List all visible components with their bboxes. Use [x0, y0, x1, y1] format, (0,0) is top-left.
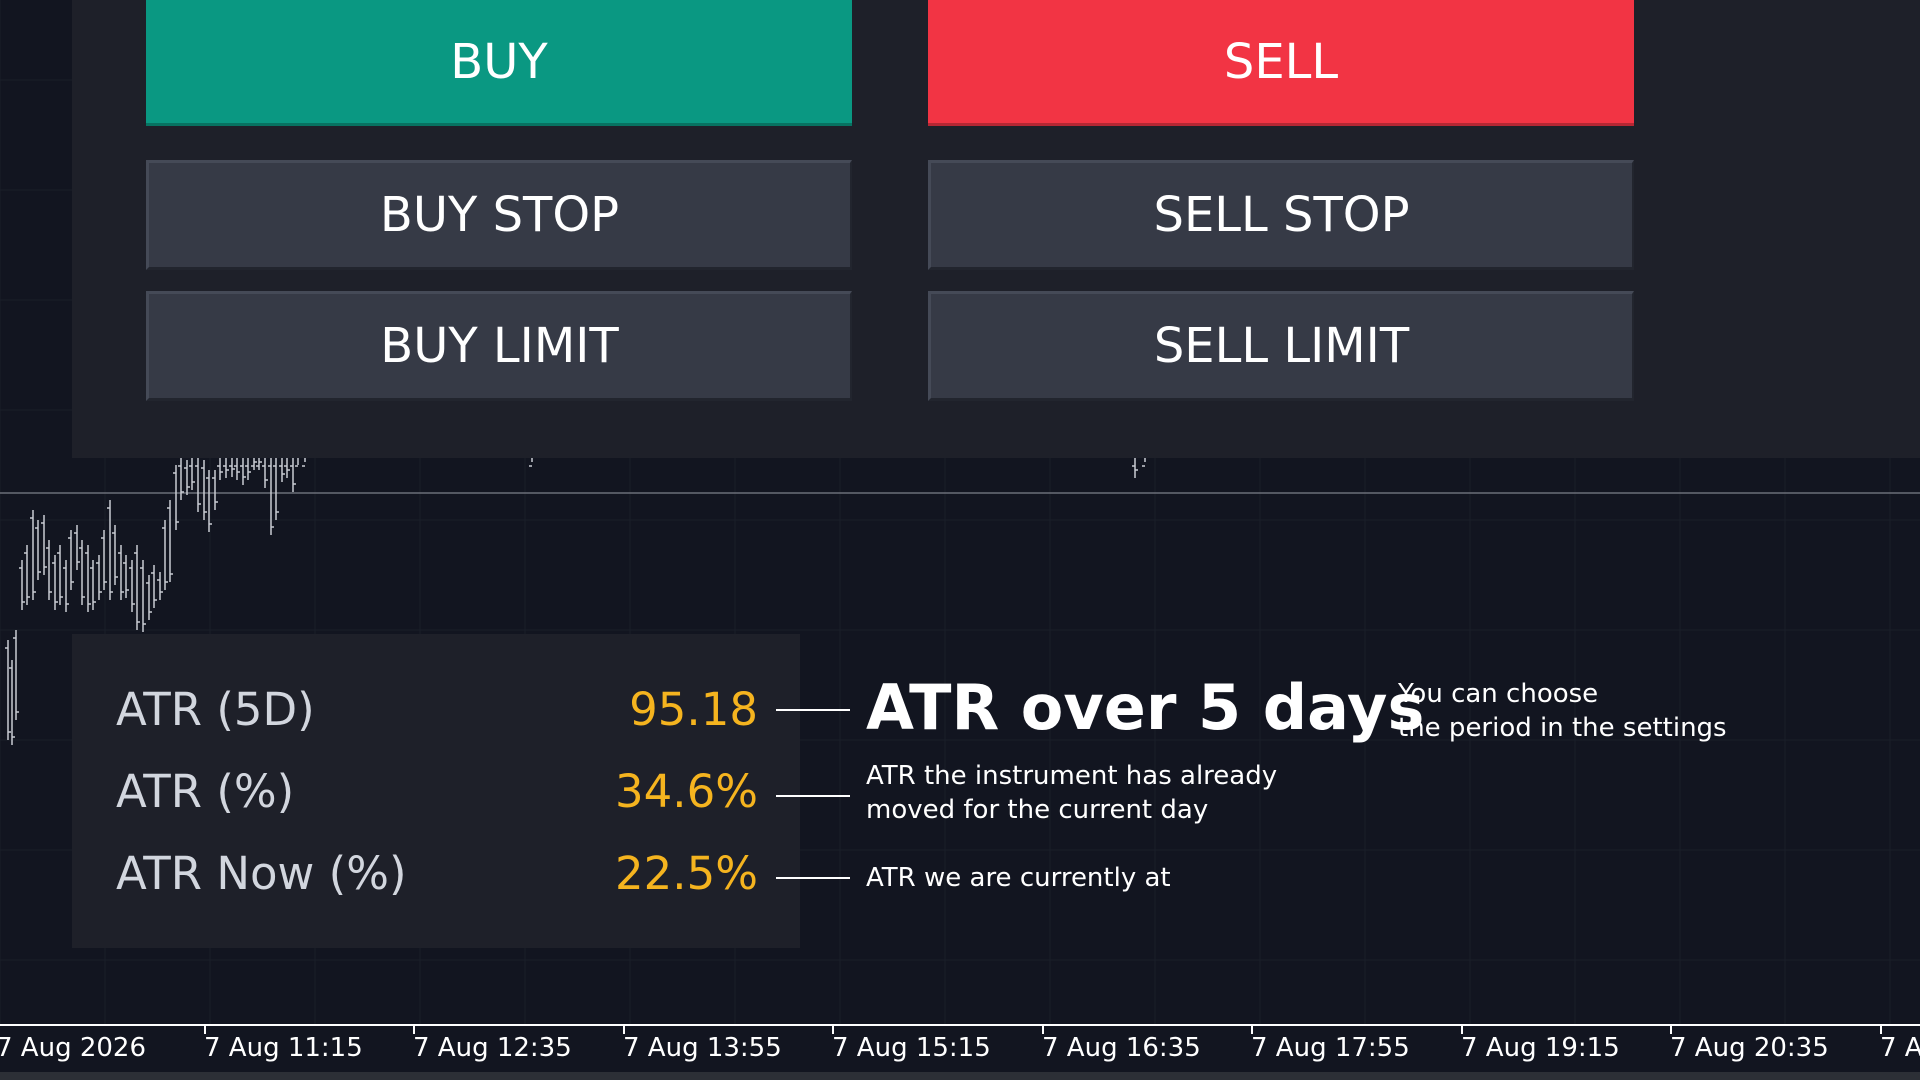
connector-line-5d — [776, 709, 850, 711]
atr-5d-title: ATR over 5 days — [866, 671, 1425, 744]
time-axis-label: 7 Aug 20:35 — [1670, 1033, 1829, 1063]
atr-percent-label: ATR (%) — [116, 765, 295, 818]
time-axis-label: 7 Aug 2026 — [0, 1033, 147, 1063]
price-bar — [85, 545, 91, 612]
price-bar — [201, 460, 207, 520]
atr-percent-note-line2: moved for the current day — [866, 795, 1209, 825]
connector-line-percent — [776, 795, 850, 797]
price-bar — [251, 458, 257, 470]
time-axis-label: 7 Aug 19:15 — [1461, 1033, 1620, 1063]
atr-row-now: ATR Now (%) 22.5% — [116, 844, 758, 904]
price-bar — [167, 500, 173, 582]
sell-stop-button[interactable]: SELL STOP — [928, 160, 1634, 270]
price-bar — [107, 500, 113, 600]
buy-limit-button[interactable]: BUY LIMIT — [146, 291, 852, 401]
price-bar — [68, 530, 74, 590]
buy-stop-button[interactable]: BUY STOP — [146, 160, 852, 270]
price-bar — [112, 525, 118, 585]
sell-button[interactable]: SELL — [928, 0, 1634, 126]
price-bar — [162, 520, 168, 590]
price-bar — [57, 545, 63, 605]
atr-row-percent: ATR (%) 34.6% — [116, 762, 758, 822]
price-bar — [96, 555, 102, 600]
atr-now-label: ATR Now (%) — [116, 847, 407, 900]
price-bar — [52, 555, 58, 610]
price-bar — [46, 540, 52, 600]
time-axis-line — [0, 1024, 1920, 1026]
price-bar — [63, 560, 69, 612]
price-bar — [146, 575, 152, 620]
price-bar — [273, 458, 279, 520]
price-bar — [223, 458, 229, 478]
connector-line-now — [776, 877, 850, 879]
price-bar — [1132, 458, 1138, 478]
price-bar — [229, 458, 235, 477]
price-bar — [79, 540, 85, 605]
price-bar — [101, 530, 107, 590]
price-bar — [41, 515, 47, 575]
buy-button[interactable]: BUY — [146, 0, 852, 126]
time-axis-label: 7 Aug 15:15 — [832, 1033, 991, 1063]
atr-5d-note-line2: the period in the settings — [1398, 713, 1727, 743]
time-axis-label: 7 Aug 17:55 — [1251, 1033, 1410, 1063]
sell-limit-button[interactable]: SELL LIMIT — [928, 291, 1634, 401]
price-bar — [24, 545, 30, 605]
atr-now-note: ATR we are currently at — [866, 863, 1171, 893]
price-bar — [268, 458, 274, 535]
time-axis-label: 7 Aug 11:15 — [204, 1033, 363, 1063]
atr-percent-note-line1: ATR the instrument has already — [866, 761, 1278, 791]
price-bar — [206, 470, 212, 532]
atr-panel: ATR (5D) 95.18 ATR (%) 34.6% ATR Now (%)… — [72, 634, 800, 948]
price-bar — [151, 565, 157, 608]
time-axis-label: 7 Aug 12:35 — [413, 1033, 572, 1063]
time-axis-label: 7 A — [1880, 1033, 1920, 1063]
price-bar — [284, 458, 290, 478]
atr-5d-note-line1: You can choose — [1398, 679, 1599, 709]
price-bar — [256, 458, 262, 470]
atr-5d-label: ATR (5D) — [116, 683, 315, 736]
price-bar — [295, 456, 301, 467]
price-bar — [217, 458, 223, 480]
atr-5d-value: 95.18 — [629, 683, 758, 736]
price-bar — [118, 545, 124, 600]
price-bar — [189, 458, 195, 490]
price-bar — [279, 458, 285, 482]
time-axis-label: 7 Aug 16:35 — [1042, 1033, 1201, 1063]
price-bar — [35, 520, 41, 580]
price-bar — [129, 560, 135, 612]
price-bar — [5, 640, 11, 740]
price-bar — [212, 470, 218, 510]
atr-percent-value: 34.6% — [615, 765, 758, 818]
atr-row-5d: ATR (5D) 95.18 — [116, 680, 758, 740]
bottom-scroll-bar — [0, 1072, 1920, 1080]
price-bar — [140, 560, 146, 632]
price-bar — [30, 510, 36, 600]
price-bar — [19, 560, 25, 610]
price-bar — [157, 572, 163, 600]
price-bar — [90, 560, 96, 610]
price-bar — [290, 458, 296, 492]
time-axis-label: 7 Aug 13:55 — [623, 1033, 782, 1063]
price-bar — [240, 458, 246, 485]
atr-now-value: 22.5% — [615, 847, 758, 900]
trade-panel: BUY SELL BUY STOP SELL STOP BUY LIMIT SE… — [72, 0, 1920, 458]
price-bar — [262, 458, 268, 488]
price-bar — [134, 545, 140, 630]
price-bar — [195, 458, 201, 512]
price-bar — [13, 630, 19, 720]
